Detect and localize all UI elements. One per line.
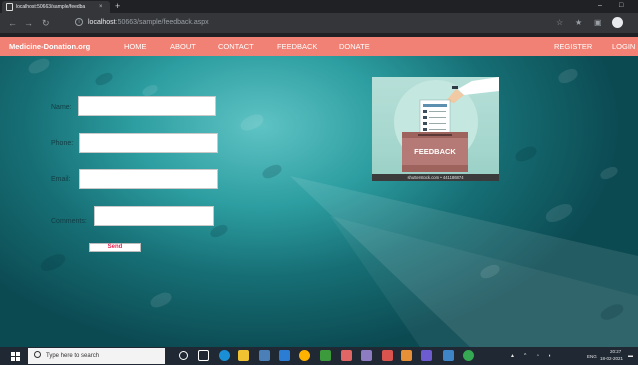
profile-avatar[interactable] (612, 17, 623, 28)
send-button[interactable]: Send (89, 243, 141, 252)
clock-date[interactable]: 18-02-2021 (600, 356, 623, 361)
minimize-button[interactable]: – (598, 0, 602, 12)
cortana-icon[interactable] (179, 351, 188, 360)
forward-icon[interactable]: → (24, 17, 33, 29)
windows-start-icon[interactable] (11, 352, 20, 361)
comments-field[interactable] (94, 206, 214, 226)
email-field[interactable] (79, 169, 218, 189)
feedback-page: Name: Phone: Email: Comments: Send FEEDB… (0, 56, 638, 347)
task-view-icon[interactable] (198, 350, 209, 361)
chrome-icon[interactable] (463, 350, 474, 361)
name-field[interactable] (78, 96, 216, 116)
search-icon (34, 351, 41, 358)
comments-label: Comments: (51, 218, 87, 225)
bookmark-star-icon[interactable]: ☆ (556, 18, 563, 28)
back-icon[interactable]: ← (8, 17, 17, 29)
maximize-button[interactable]: □ (619, 0, 623, 12)
taskbar-search[interactable]: Type here to search (28, 348, 165, 364)
site-info-icon[interactable]: i (75, 18, 83, 26)
site-navbar: Medicine-Donation.org HOME ABOUT CONTACT… (0, 37, 638, 56)
windows-taskbar: Type here to search ▲ ^ ◔ ◖ ENG 20:27 18… (0, 347, 638, 365)
reload-icon[interactable]: ↻ (42, 17, 50, 29)
phone-field[interactable] (79, 133, 218, 153)
mail-icon[interactable] (279, 350, 290, 361)
phone-label: Phone: (51, 140, 74, 147)
tab-title: localhost:50663/sample/feedba (16, 4, 86, 10)
tray-chevron-icon[interactable]: ^ (524, 353, 526, 359)
store-icon[interactable] (259, 350, 270, 361)
notifications-icon[interactable]: ▬ (628, 353, 633, 359)
collections-icon[interactable]: ▣ (594, 18, 602, 28)
network-icon[interactable]: ▲ (510, 353, 515, 359)
wifi-icon[interactable]: ◔ (536, 353, 539, 359)
favorites-icon[interactable]: ★ (575, 18, 582, 28)
taskbar-search-placeholder: Type here to search (46, 353, 100, 359)
app-icon[interactable] (320, 350, 331, 361)
feedback-illustration: FEEDBACK shutterstock.com • 441186874 (372, 77, 499, 181)
box-label-layer: FEEDBACK (414, 147, 456, 156)
nav-donate[interactable]: DONATE (339, 37, 370, 56)
page-icon (6, 3, 13, 11)
language-indicator[interactable]: ENG (587, 354, 597, 359)
app-icon[interactable] (361, 350, 372, 361)
nav-home[interactable]: HOME (124, 37, 147, 56)
volume-icon[interactable]: ◖ (548, 353, 551, 359)
site-brand-link[interactable]: Medicine-Donation.org (9, 37, 90, 56)
close-tab-icon[interactable]: × (99, 4, 103, 10)
new-tab-button[interactable]: + (115, 0, 120, 12)
file-explorer-icon[interactable] (238, 350, 249, 361)
photos-icon[interactable] (299, 350, 310, 361)
browser-toolbar: ← → ↻ i localhost:50663/sample/feedback.… (0, 13, 638, 33)
name-label: Name: (51, 104, 72, 111)
app-icon[interactable] (443, 350, 454, 361)
browser-tab-strip: localhost:50663/sample/feedba × + – □ (0, 0, 638, 13)
app-icon[interactable] (401, 350, 412, 361)
nav-contact[interactable]: CONTACT (218, 37, 254, 56)
nav-login[interactable]: LOGIN (612, 37, 635, 56)
nav-about[interactable]: ABOUT (170, 37, 196, 56)
feedback-box-label: FEEDBACK (414, 147, 456, 156)
image-caption: shutterstock.com • 441186874 (372, 174, 499, 181)
app-icon[interactable] (382, 350, 393, 361)
address-bar[interactable]: localhost:50663/sample/feedback.aspx (88, 17, 209, 29)
edge-browser-icon[interactable] (219, 350, 230, 361)
visual-studio-icon[interactable] (421, 350, 432, 361)
clock-time[interactable]: 20:27 (610, 349, 621, 354)
nav-feedback[interactable]: FEEDBACK (277, 37, 317, 56)
nav-register[interactable]: REGISTER (554, 37, 592, 56)
url-path: :50663/sample/feedback.aspx (115, 19, 209, 26)
url-host: localhost (88, 19, 116, 26)
app-icon[interactable] (341, 350, 352, 361)
browser-tab[interactable]: localhost:50663/sample/feedba × (2, 1, 110, 13)
email-label: Email: (51, 176, 71, 183)
